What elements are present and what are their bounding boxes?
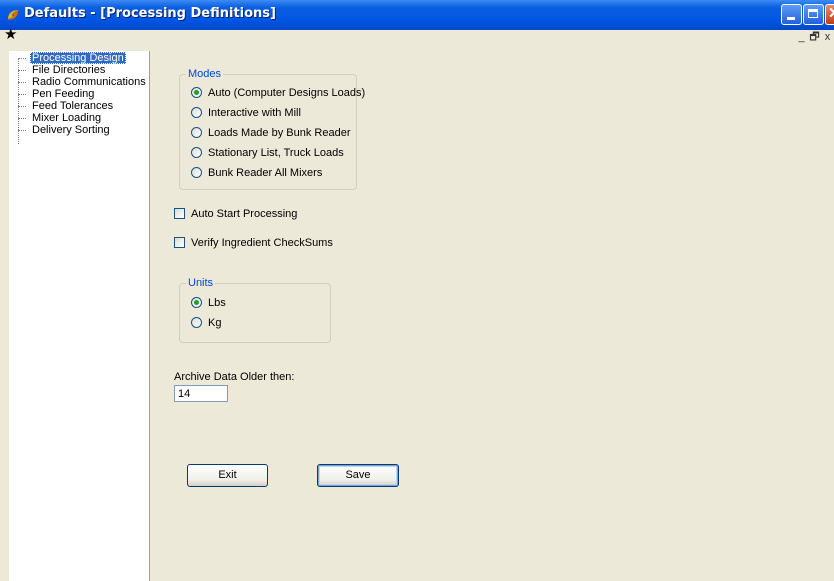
radio-button[interactable] bbox=[191, 167, 202, 178]
close-button[interactable]: ✕ bbox=[825, 4, 834, 25]
mode-label: Loads Made by Bunk Reader bbox=[208, 127, 351, 139]
mdi-child-controls: _ 🗗 x bbox=[795, 30, 834, 44]
star-pin-icon[interactable]: ★ bbox=[4, 27, 17, 43]
tree-item-label: Pen Feeding bbox=[32, 88, 95, 100]
mdi-menu-strip: ★ _ 🗗 x bbox=[0, 27, 834, 44]
tree-branch bbox=[18, 94, 26, 95]
mode-label: Auto (Computer Designs Loads) bbox=[208, 87, 366, 99]
minimize-icon bbox=[787, 17, 795, 20]
maximize-icon bbox=[808, 9, 818, 18]
mode-label: Bunk Reader All Mixers bbox=[208, 167, 323, 179]
radio-button[interactable] bbox=[191, 147, 202, 158]
exit-button[interactable]: Exit bbox=[187, 464, 268, 487]
auto-start-label: Auto Start Processing bbox=[191, 208, 298, 220]
radio-button[interactable] bbox=[191, 107, 202, 118]
radio-button-selected[interactable] bbox=[191, 87, 202, 98]
settings-tree[interactable]: Processing Design File Directories Radio… bbox=[9, 51, 149, 581]
tree-item-label: File Directories bbox=[32, 64, 106, 76]
archive-days-input[interactable]: 14 bbox=[174, 385, 228, 402]
radio-button-selected[interactable] bbox=[191, 297, 202, 308]
verify-checksums-checkbox[interactable] bbox=[174, 237, 185, 248]
archive-label: Archive Data Older then: bbox=[174, 371, 295, 383]
tree-branch bbox=[18, 70, 26, 71]
tree-branch bbox=[18, 106, 26, 107]
tree-branch bbox=[18, 130, 26, 131]
tree-item-label: Feed Tolerances bbox=[32, 100, 114, 112]
radio-button[interactable] bbox=[191, 317, 202, 328]
tree-item-label: Delivery Sorting bbox=[32, 124, 110, 136]
unit-label: Kg bbox=[208, 317, 222, 329]
title-bar[interactable]: Defaults - [Processing Definitions] ✕ bbox=[0, 0, 834, 30]
save-button[interactable]: Save bbox=[317, 464, 399, 487]
tree-branch bbox=[18, 82, 26, 83]
window-title: Defaults - [Processing Definitions] bbox=[24, 6, 276, 21]
minimize-button[interactable] bbox=[781, 4, 802, 25]
auto-start-checkbox[interactable] bbox=[174, 208, 185, 219]
unit-label: Lbs bbox=[208, 297, 226, 309]
mode-label: Stationary List, Truck Loads bbox=[208, 147, 344, 159]
mdi-minimize-button[interactable]: _ bbox=[795, 30, 808, 44]
mdi-close-button[interactable]: x bbox=[821, 30, 834, 44]
mdi-restore-button[interactable]: 🗗 bbox=[808, 30, 821, 44]
tree-item-label: Mixer Loading bbox=[32, 112, 102, 124]
app-swirl-icon bbox=[7, 10, 19, 20]
modes-groupbox: Modes Auto (Computer Designs Loads) Inte… bbox=[179, 68, 365, 190]
radio-button[interactable] bbox=[191, 127, 202, 138]
modes-title: Modes bbox=[186, 68, 224, 81]
tree-item-label: Processing Design bbox=[30, 52, 126, 64]
verify-checksums-label: Verify Ingredient CheckSums bbox=[191, 237, 333, 249]
tree-item-label: Radio Communications bbox=[32, 76, 146, 88]
tree-branch bbox=[18, 58, 26, 59]
units-groupbox: Units Lbs Kg bbox=[179, 277, 331, 343]
tree-branch bbox=[18, 118, 26, 119]
maximize-button[interactable] bbox=[803, 4, 824, 25]
close-icon: ✕ bbox=[828, 6, 834, 22]
units-title: Units bbox=[186, 277, 216, 290]
mode-label: Interactive with Mill bbox=[208, 107, 301, 119]
